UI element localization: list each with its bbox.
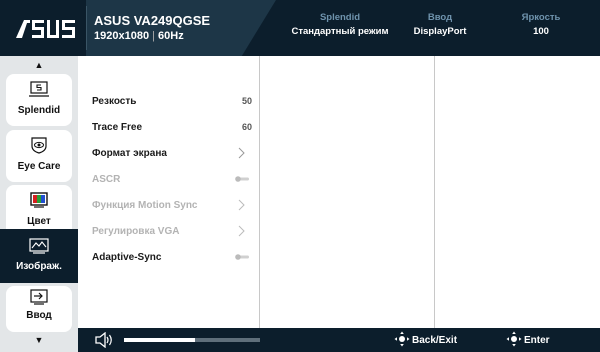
menu-item-label: ASCR: [92, 174, 121, 185]
input-icon: [28, 288, 50, 306]
menu-item-sharpness[interactable]: Резкость 50: [92, 96, 252, 114]
asus-logo: [14, 14, 78, 42]
image-icon: [28, 237, 50, 255]
refresh-rate-text: 60Hz: [158, 30, 184, 42]
menu-item-motion-sync[interactable]: Функция Motion Sync: [92, 199, 252, 218]
sidebar-item-label: Ввод: [26, 310, 52, 321]
sidebar-item-label: Eye Care: [17, 161, 61, 172]
menu-item-label: Функция Motion Sync: [92, 200, 198, 211]
status-brightness: Яркость 100: [506, 12, 576, 37]
sidebar-item-label: Splendid: [17, 105, 61, 116]
status-value: 100: [533, 26, 549, 37]
status-label: Яркость: [521, 12, 561, 23]
resolution-text: 1920x1080: [94, 30, 150, 42]
chevron-right-icon: [238, 199, 245, 211]
scroll-down-icon[interactable]: ▼: [0, 333, 78, 347]
scroll-up-icon[interactable]: ▲: [0, 58, 78, 72]
menu-item-label: Adaptive-Sync: [92, 252, 162, 263]
header-divider: [86, 6, 87, 50]
status-label: Splendid: [319, 12, 361, 23]
joystick-icon: [394, 331, 410, 347]
menu-item-ascr[interactable]: ASCR: [92, 174, 252, 192]
eye-care-icon: [28, 136, 50, 154]
color-icon: [28, 191, 50, 209]
splendid-icon: [28, 80, 50, 98]
toggle-off-icon: [235, 176, 249, 182]
volume-icon[interactable]: [94, 332, 114, 348]
status-value: Стандартный режим: [291, 26, 389, 37]
volume-slider[interactable]: [124, 338, 260, 342]
model-info-box: [86, 0, 276, 56]
sidebar-item-eye-care[interactable]: Eye Care: [6, 130, 72, 182]
sidebar-item-input[interactable]: Ввод: [6, 286, 72, 332]
submenu-panel: [259, 56, 435, 328]
separator-bar: |: [152, 30, 155, 42]
menu-item-label: Trace Free: [92, 122, 143, 133]
sidebar-item-label: Изображ.: [16, 261, 62, 272]
sidebar-item-label: Цвет: [27, 216, 51, 227]
sidebar-item-image[interactable]: Изображ.: [0, 229, 78, 283]
back-exit-label[interactable]: Back/Exit: [412, 335, 457, 346]
menu-item-aspect-ratio[interactable]: Формат экрана: [92, 147, 252, 166]
status-splendid: Splendid Стандартный режим: [270, 12, 410, 37]
menu-item-label: Резкость: [92, 96, 137, 107]
menu-item-vga-adjust[interactable]: Регулировка VGA: [92, 225, 252, 244]
chevron-right-icon: [238, 225, 245, 237]
status-value: DisplayPort: [413, 26, 467, 37]
status-input: Ввод DisplayPort: [400, 12, 480, 37]
joystick-press-icon: [506, 331, 522, 347]
model-name: ASUS VA249QGSE: [94, 13, 211, 28]
menu-item-label: Регулировка VGA: [92, 226, 180, 237]
menu-item-value: 50: [241, 96, 252, 106]
volume-slider-fill: [124, 338, 195, 342]
detail-panel: [434, 56, 600, 328]
toggle-off-icon: [235, 254, 249, 260]
sidebar-item-splendid[interactable]: Splendid: [6, 74, 72, 126]
menu-item-adaptive-sync[interactable]: Adaptive-Sync: [92, 252, 252, 270]
menu-item-value: 60: [241, 122, 252, 132]
status-label: Ввод: [427, 12, 453, 23]
chevron-right-icon: [238, 147, 245, 159]
enter-label[interactable]: Enter: [524, 335, 550, 346]
menu-item-trace-free[interactable]: Trace Free 60: [92, 122, 252, 140]
resolution-info: 1920x1080 | 60Hz: [94, 30, 184, 42]
menu-item-label: Формат экрана: [92, 148, 167, 159]
